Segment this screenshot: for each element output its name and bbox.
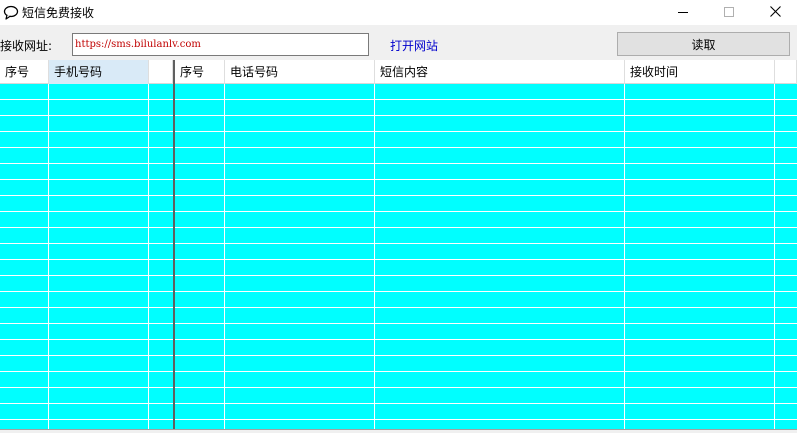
- column-header-blank[interactable]: [149, 60, 173, 84]
- column-header-index[interactable]: 序号: [0, 60, 49, 84]
- column-header-phone[interactable]: 电话号码: [225, 60, 375, 84]
- close-button[interactable]: [752, 0, 797, 25]
- column-header-receive-time[interactable]: 接收时间: [625, 60, 775, 84]
- window-title: 短信免费接收: [22, 6, 95, 20]
- column-divider: [48, 84, 49, 429]
- column-header-blank[interactable]: [775, 60, 797, 84]
- column-divider: [624, 84, 625, 429]
- speech-bubble-icon: [3, 5, 19, 20]
- address-input[interactable]: [72, 33, 369, 56]
- minimize-icon: [678, 6, 688, 20]
- column-header-index[interactable]: 序号: [175, 60, 225, 84]
- maximize-icon: [724, 6, 734, 20]
- title-bar: 短信免费接收: [0, 0, 797, 25]
- phone-list-header: 序号 手机号码: [0, 60, 173, 84]
- phone-list-grid[interactable]: 序号 手机号码: [0, 60, 173, 429]
- column-header-message-content[interactable]: 短信内容: [375, 60, 625, 84]
- message-list-rows[interactable]: [175, 84, 797, 429]
- column-header-phone-number[interactable]: 手机号码: [49, 60, 149, 84]
- close-icon: [769, 5, 781, 20]
- column-divider: [374, 84, 375, 429]
- message-list-header: 序号 电话号码 短信内容 接收时间: [175, 60, 797, 84]
- message-list-grid[interactable]: 序号 电话号码 短信内容 接收时间: [175, 60, 797, 429]
- column-divider: [774, 84, 775, 429]
- address-label: 接收网址:: [0, 39, 53, 53]
- column-divider: [224, 84, 225, 429]
- open-website-link[interactable]: 打开网站: [390, 37, 438, 54]
- maximize-button[interactable]: [706, 0, 752, 25]
- bottom-edge: [0, 429, 797, 433]
- minimize-button[interactable]: [660, 0, 706, 25]
- read-button[interactable]: 读取: [617, 32, 790, 56]
- toolbar: 接收网址: 打开网站 读取: [0, 25, 797, 60]
- column-divider: [148, 84, 149, 429]
